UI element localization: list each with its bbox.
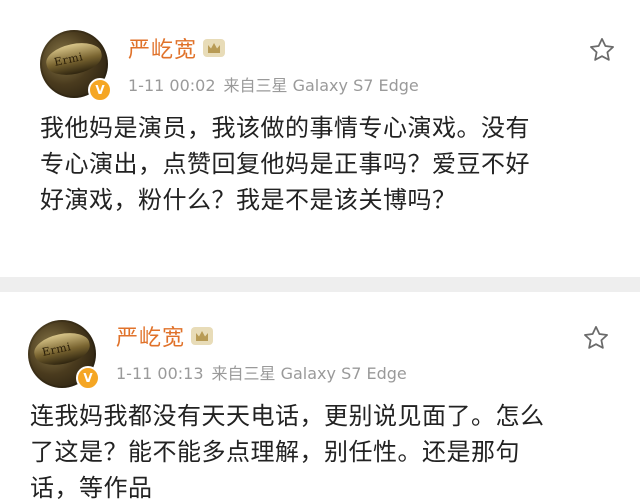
- user-name[interactable]: 严屹宽: [116, 320, 185, 352]
- post-meta: 1-11 00:13 来自三星 Galaxy S7 Edge: [116, 360, 407, 384]
- crown-badge-icon: [191, 327, 214, 345]
- post-timestamp: 1-11 00:13: [116, 364, 204, 383]
- weibo-feed: Ermi V 严屹宽 1-11 00:02 来自三星 Galaxy S7 Edge…: [0, 0, 640, 502]
- post-text-line: 连我妈我都没有天天电话，更别说见面了。怎么: [30, 402, 545, 430]
- post-text: 连我妈我都没有天天电话，更别说见面了。怎么 了这是？能不能多点理解，别任性。还是那…: [30, 398, 630, 502]
- verified-badge-icon: V: [76, 366, 100, 390]
- author-row: 严屹宽: [116, 320, 214, 352]
- post-source: 来自三星 Galaxy S7 Edge: [211, 364, 407, 383]
- post-text-line: 了这是？能不能多点理解，别任性。还是那句: [30, 438, 520, 466]
- post-text-line: 话，等作品: [30, 474, 153, 502]
- star-outline-icon[interactable]: [582, 324, 610, 352]
